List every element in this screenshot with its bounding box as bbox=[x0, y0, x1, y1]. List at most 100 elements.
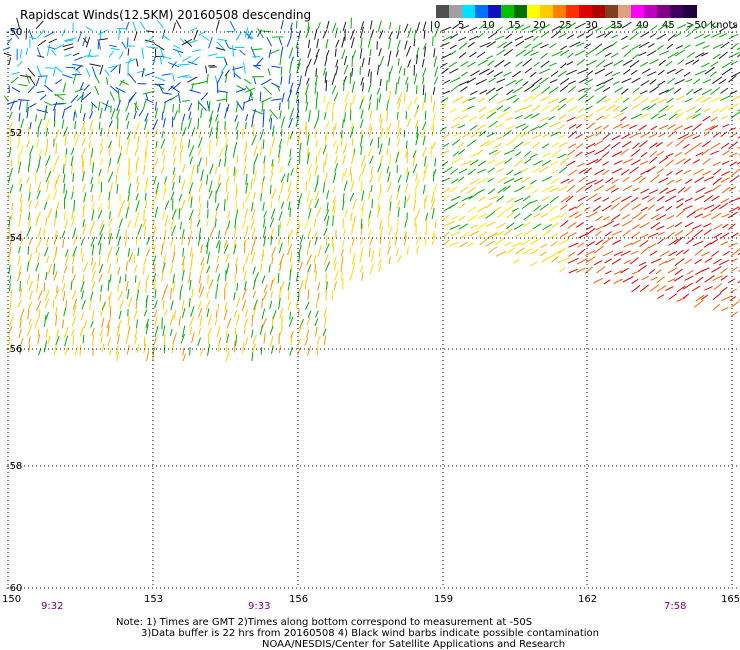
wind-barb bbox=[612, 105, 621, 112]
wind-barb bbox=[371, 250, 374, 263]
wind-barb bbox=[495, 123, 505, 128]
wind-barb bbox=[207, 314, 212, 326]
wind-barb bbox=[289, 148, 292, 157]
wind-barb bbox=[214, 318, 218, 326]
wind-barb bbox=[235, 88, 247, 93]
wind-barb bbox=[127, 297, 133, 308]
wind-barb bbox=[188, 297, 191, 308]
wind-barb bbox=[298, 261, 303, 272]
wind-barb bbox=[36, 65, 42, 77]
wind-barb bbox=[38, 148, 43, 158]
wind-barb bbox=[54, 155, 60, 166]
wind-barb bbox=[677, 24, 687, 29]
wind-barb bbox=[611, 168, 623, 174]
wind-barb bbox=[62, 82, 67, 93]
wind-barb bbox=[276, 84, 281, 92]
wind-barb bbox=[81, 156, 84, 167]
wind-barb bbox=[134, 275, 137, 283]
wind-barb bbox=[603, 216, 610, 221]
wind-barb bbox=[324, 133, 328, 146]
wind-barb bbox=[145, 129, 149, 138]
wind-barb bbox=[730, 60, 739, 65]
wind-barb bbox=[369, 110, 373, 120]
wind-barb bbox=[218, 158, 222, 168]
wind-barb bbox=[467, 206, 477, 213]
wind-barb bbox=[333, 281, 337, 291]
wind-barb bbox=[18, 100, 22, 111]
wind-barb bbox=[585, 250, 596, 256]
wind-barb bbox=[683, 133, 695, 140]
wind-barb bbox=[565, 22, 577, 30]
wind-barb bbox=[279, 325, 284, 336]
wind-barb bbox=[55, 174, 60, 185]
wind-barb bbox=[324, 243, 330, 254]
wind-barb bbox=[144, 192, 147, 201]
wind-barb bbox=[604, 23, 615, 31]
wind-barb bbox=[558, 238, 570, 246]
wind-barb bbox=[370, 71, 372, 84]
wind-barb bbox=[603, 97, 611, 103]
wind-barb bbox=[314, 318, 319, 327]
wind-barb bbox=[488, 120, 498, 128]
wind-barb bbox=[522, 248, 533, 255]
wind-barb bbox=[503, 228, 513, 236]
wind-barb bbox=[36, 282, 39, 293]
wind-barb bbox=[386, 127, 388, 138]
wind-barb bbox=[126, 344, 130, 355]
wind-barb bbox=[216, 325, 221, 338]
wind-barb bbox=[153, 263, 156, 273]
wind-barb bbox=[631, 203, 642, 211]
wind-barb bbox=[612, 80, 620, 86]
wind-barb bbox=[72, 52, 80, 57]
wind-barb bbox=[434, 158, 437, 167]
wind-barb bbox=[505, 116, 513, 121]
wind-barb bbox=[242, 264, 245, 273]
wind-barb bbox=[380, 155, 383, 165]
wind-barb bbox=[315, 190, 320, 200]
wind-barb bbox=[182, 113, 186, 122]
wind-barb bbox=[540, 43, 549, 49]
wind-barb bbox=[432, 36, 434, 47]
wind-barb bbox=[242, 201, 245, 210]
wind-barb bbox=[476, 149, 484, 155]
wind-barb bbox=[306, 133, 310, 146]
wind-barb bbox=[521, 25, 531, 31]
wind-barb bbox=[45, 170, 52, 183]
wind-barb bbox=[576, 221, 584, 228]
wind-barb bbox=[389, 21, 392, 30]
wind-barb bbox=[323, 315, 327, 328]
wind-barb bbox=[451, 178, 459, 184]
wind-barb bbox=[451, 215, 459, 221]
wind-barb bbox=[622, 97, 630, 103]
wind-barb bbox=[422, 121, 427, 131]
wind-barb bbox=[603, 220, 614, 228]
wind-barb bbox=[711, 250, 720, 257]
wind-barb bbox=[629, 32, 640, 41]
wind-barb bbox=[171, 342, 175, 353]
wind-barb bbox=[478, 23, 486, 30]
wind-barb bbox=[136, 280, 141, 292]
wind-barb bbox=[289, 108, 295, 120]
wind-barb bbox=[307, 39, 311, 49]
wind-barb bbox=[349, 102, 352, 110]
wind-barb bbox=[515, 40, 525, 47]
wind-barb bbox=[515, 247, 525, 255]
wind-barb bbox=[496, 195, 505, 202]
wind-barb bbox=[322, 182, 326, 193]
wind-barb bbox=[313, 219, 317, 228]
wind-barb bbox=[686, 51, 695, 58]
wind-barb bbox=[602, 161, 609, 166]
wind-barb bbox=[685, 229, 694, 237]
wind-barb bbox=[35, 200, 39, 209]
wind-barb bbox=[8, 216, 11, 228]
wind-barb bbox=[379, 78, 382, 87]
wind-barb bbox=[270, 117, 273, 130]
wind-barb bbox=[695, 269, 704, 276]
wind-barb bbox=[180, 121, 183, 131]
wind-barb bbox=[361, 163, 367, 175]
lon-label-159: 159 bbox=[434, 594, 454, 605]
lat-label-54: -54 bbox=[6, 233, 23, 244]
wind-barb bbox=[432, 101, 436, 112]
wind-barb bbox=[342, 154, 346, 165]
wind-barb bbox=[675, 169, 683, 175]
